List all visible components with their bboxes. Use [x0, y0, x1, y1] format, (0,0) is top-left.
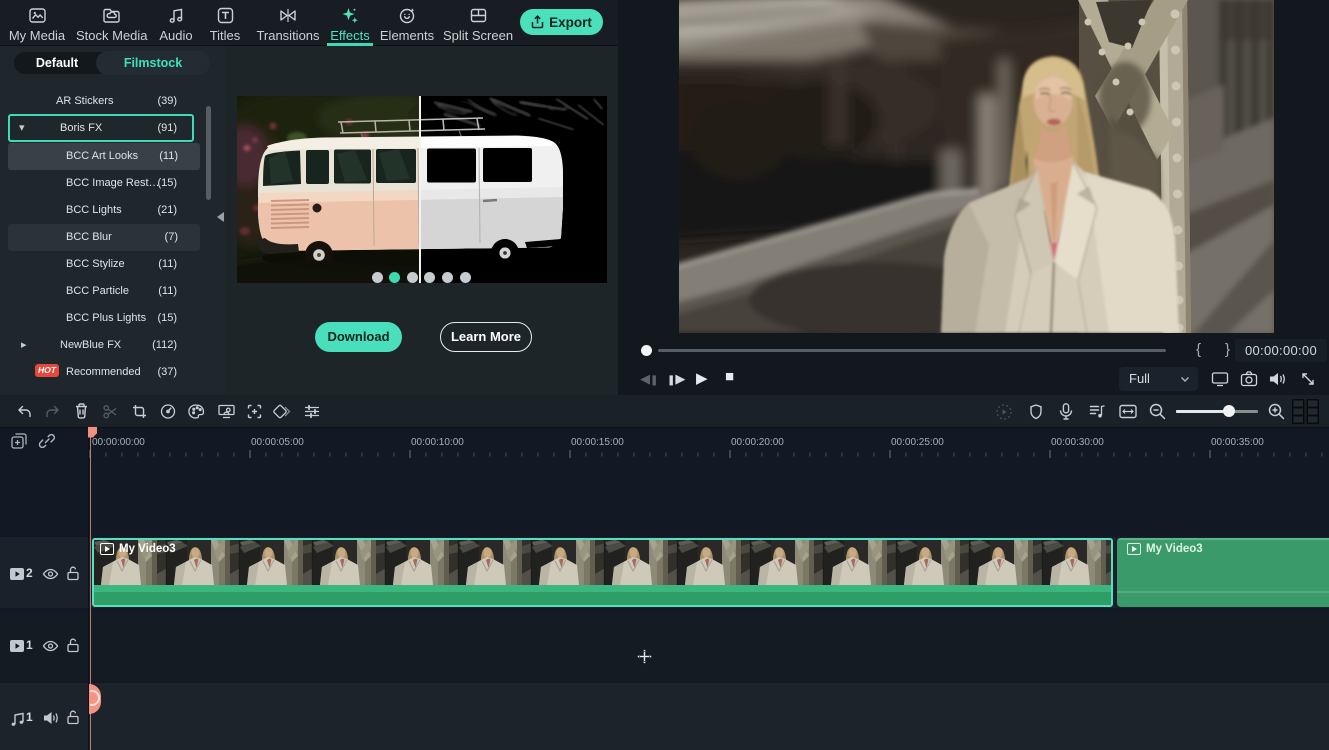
- svg-text:00:00:35:00: 00:00:35:00: [1211, 437, 1264, 448]
- svg-text:00:00:15:00: 00:00:15:00: [571, 437, 624, 448]
- svg-text:00:00:30:00: 00:00:30:00: [1051, 437, 1104, 448]
- svg-text:00:00:25:00: 00:00:25:00: [891, 437, 944, 448]
- svg-text:00:00:05:00: 00:00:05:00: [251, 437, 304, 448]
- svg-text:00:00:20:00: 00:00:20:00: [731, 437, 784, 448]
- svg-text:00:00:00:00: 00:00:00:00: [92, 437, 145, 448]
- svg-text:00:00:10:00: 00:00:10:00: [411, 437, 464, 448]
